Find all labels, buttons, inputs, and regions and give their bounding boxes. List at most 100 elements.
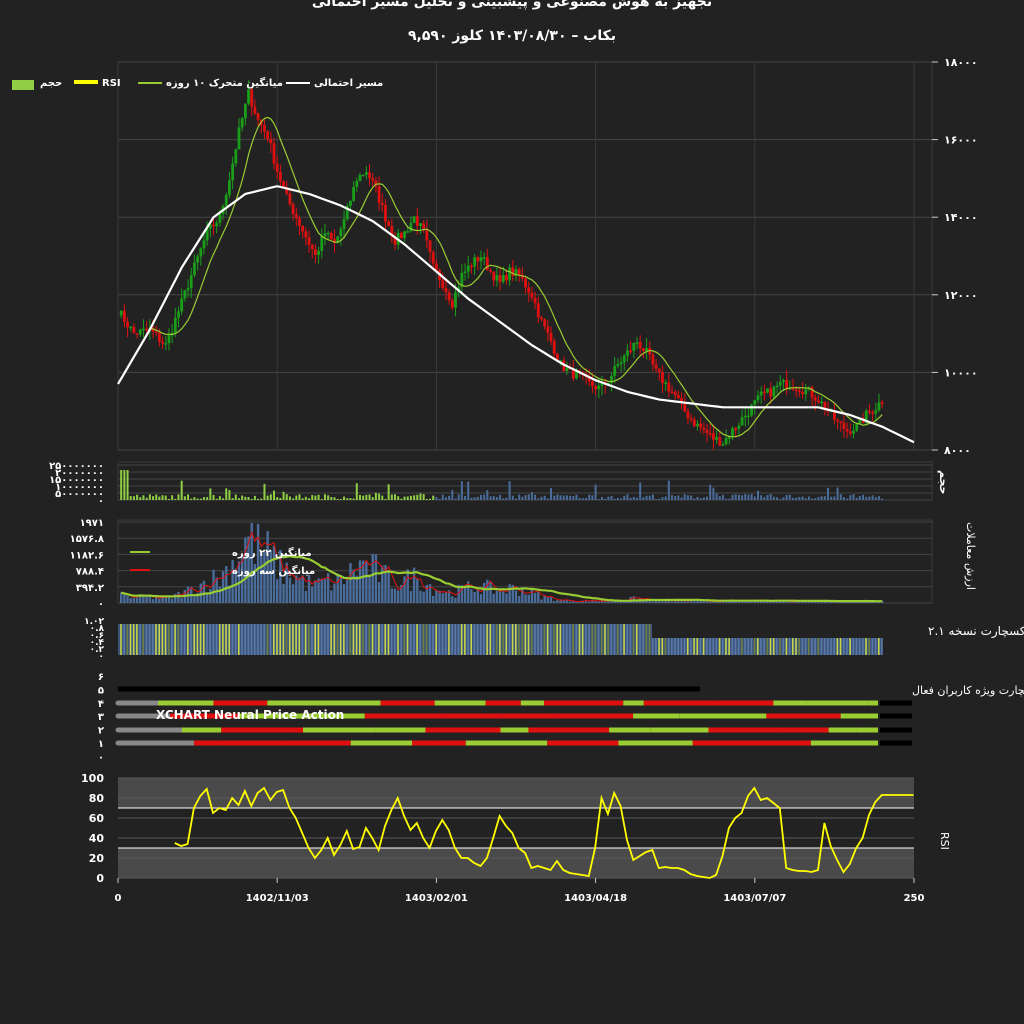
- volume-bar: [384, 498, 387, 500]
- money-bar: [508, 624, 511, 655]
- candle-down: [256, 113, 260, 120]
- value-bar: [381, 565, 384, 603]
- volume-bar: [148, 494, 151, 500]
- money-bar: [416, 624, 418, 655]
- candle-down: [415, 216, 419, 227]
- candle-up: [129, 326, 133, 329]
- volume-bar: [868, 496, 871, 500]
- value-bar: [463, 585, 467, 603]
- rsi-tick-label: 80: [89, 792, 105, 805]
- volume-bar: [623, 495, 626, 500]
- money-bar: [215, 624, 218, 655]
- volume-bar: [734, 494, 737, 500]
- volume-bar: [620, 498, 623, 500]
- money-tick-label: ۰: [99, 652, 105, 662]
- volume-bar: [747, 494, 750, 500]
- volume-bar: [413, 495, 416, 500]
- candle-down: [676, 395, 680, 399]
- value-bar: [170, 598, 174, 603]
- volume-bar: [464, 495, 467, 500]
- value-bar: [568, 601, 572, 603]
- money-bar: [502, 624, 504, 655]
- money-bar: [355, 624, 358, 655]
- money-bar: [164, 624, 167, 655]
- candle-up: [173, 317, 177, 333]
- candle-down: [848, 431, 852, 434]
- candle-up: [721, 444, 725, 446]
- volume-bar: [295, 495, 298, 500]
- candle-up: [619, 362, 623, 365]
- value-bar: [588, 601, 591, 603]
- money-bar: [515, 624, 517, 655]
- value-bar: [549, 597, 553, 603]
- money-bar: [473, 624, 476, 655]
- candle-up: [635, 342, 639, 344]
- candle-up: [189, 275, 193, 289]
- candle-down: [263, 125, 266, 132]
- volume-bar: [639, 482, 642, 500]
- candle-up: [855, 423, 859, 431]
- volume-bar: [709, 484, 712, 500]
- volume-bar: [779, 498, 782, 500]
- money-bar: [626, 624, 629, 655]
- money-bar: [339, 624, 342, 655]
- volume-bar: [827, 487, 830, 500]
- candle-down: [380, 203, 384, 205]
- volume-bar: [409, 495, 412, 500]
- candle-down: [154, 331, 158, 333]
- volume-bar: [123, 470, 126, 500]
- candle-up: [820, 401, 824, 404]
- money-title-bg: [652, 622, 930, 638]
- candle-down: [425, 228, 429, 241]
- value-bar: [470, 589, 473, 603]
- volume-bar: [330, 496, 333, 500]
- money-bar: [308, 624, 310, 655]
- volume-bar: [881, 498, 884, 500]
- volume-bar: [422, 494, 425, 500]
- money-bar: [438, 624, 441, 655]
- value-bar: [330, 590, 333, 603]
- money-bar: [384, 624, 387, 655]
- volume-bar: [317, 494, 320, 500]
- candle-down: [444, 288, 448, 293]
- x-tick-label: 1403/07/07: [723, 893, 786, 904]
- volume-bar: [524, 495, 527, 500]
- money-bar: [470, 624, 473, 655]
- volume-bar: [308, 498, 311, 500]
- candle-down: [368, 172, 371, 179]
- candle-down: [734, 428, 738, 430]
- x-tick-label: 0: [115, 893, 122, 904]
- volume-bar: [349, 498, 352, 500]
- volume-bar: [792, 497, 795, 500]
- volume-bar: [874, 497, 877, 500]
- volume-bar: [846, 498, 849, 500]
- value-bar: [670, 601, 674, 603]
- money-bar: [588, 624, 590, 655]
- value-bar: [750, 601, 753, 603]
- value-bar: [336, 573, 339, 603]
- volume-bar: [693, 498, 696, 500]
- money-bar: [152, 624, 154, 655]
- volume-bar: [877, 496, 880, 500]
- money-bar: [524, 624, 527, 655]
- rsi-tick-label: 100: [81, 772, 104, 785]
- candle-up: [613, 365, 617, 376]
- volume-bar: [667, 480, 670, 500]
- candle-down: [269, 138, 273, 144]
- volume-bar: [565, 495, 568, 500]
- value-bar: [320, 578, 323, 603]
- value-bar: [263, 551, 266, 603]
- value-bar: [333, 583, 336, 603]
- value-bar: [282, 583, 285, 603]
- money-bar: [365, 624, 367, 655]
- volume-bar: [448, 495, 451, 500]
- money-bar: [530, 624, 533, 655]
- money-bar: [206, 624, 208, 655]
- candle-up: [224, 194, 228, 206]
- volume-bar: [228, 490, 231, 500]
- volume-bar: [511, 495, 514, 500]
- legend-ma10: میانگین متحرک ۱۰ روزه: [166, 78, 283, 89]
- candle-up: [349, 200, 352, 206]
- volume-bar: [585, 497, 588, 500]
- volume-bar: [164, 495, 167, 500]
